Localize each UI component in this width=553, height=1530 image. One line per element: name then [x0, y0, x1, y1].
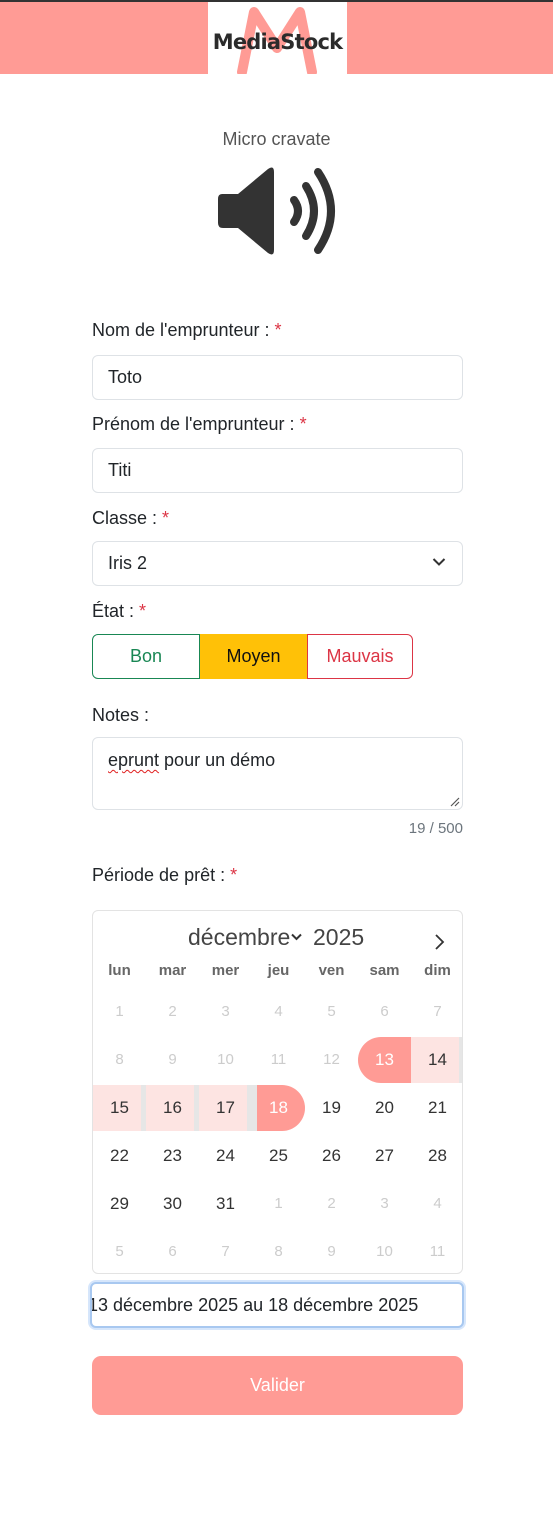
calendar-day[interactable]: 3 [358, 1181, 411, 1227]
calendar-day[interactable]: 11 [411, 1229, 462, 1273]
submit-button[interactable]: Valider [92, 1356, 463, 1415]
calendar-day[interactable]: 8 [93, 1037, 146, 1083]
calendar-day[interactable]: 4 [252, 989, 305, 1035]
notes-text: pour un démo [159, 750, 276, 770]
weekday-header: sam [369, 962, 400, 979]
chevron-down-icon[interactable] [291, 933, 302, 941]
calendar-day[interactable]: 22 [93, 1133, 146, 1179]
calendar-day[interactable]: 1 [252, 1181, 305, 1227]
etat-mauvais-button[interactable]: Mauvais [307, 634, 413, 679]
classe-select-value: Iris 2 [108, 553, 148, 573]
calendar-day[interactable]: 8 [252, 1229, 305, 1273]
calendar-day[interactable]: 17 [199, 1085, 252, 1131]
brand-name: MediaStock [212, 30, 343, 54]
misspelled-word: eprunt [108, 750, 160, 770]
calendar-day[interactable]: 9 [305, 1229, 358, 1273]
calendar-day[interactable]: 2 [146, 989, 199, 1035]
required-marker: * [299, 414, 307, 434]
calendar-day[interactable]: 19 [305, 1085, 358, 1131]
etat-label-text: État : [92, 601, 135, 621]
calendar-day[interactable]: 23 [146, 1133, 199, 1179]
year-select[interactable]: 2025 [313, 924, 364, 951]
calendar-day[interactable]: 28 [411, 1133, 462, 1179]
calendar-day[interactable]: 26 [305, 1133, 358, 1179]
weekday-header: mar [158, 962, 187, 979]
calendar-day[interactable]: 29 [93, 1181, 146, 1227]
date-range-value: 13 décembre 2025 au 18 décembre 2025 [90, 1295, 419, 1315]
etat-bon-button[interactable]: Bon [92, 634, 200, 679]
weekday-header: dim [424, 962, 451, 979]
periode-label: Période de prêt : * [92, 865, 237, 886]
calendar-day[interactable]: 24 [199, 1133, 252, 1179]
nom-label: Nom de l'emprunteur : * [92, 320, 282, 341]
calendar-day[interactable]: 15 [93, 1085, 146, 1131]
periode-label-text: Période de prêt : [92, 865, 226, 885]
calendar-day[interactable]: 13 [358, 1037, 411, 1083]
resize-handle-icon[interactable] [448, 795, 460, 807]
item-title: Micro cravate [222, 129, 331, 149]
calendar-day[interactable]: 31 [199, 1181, 252, 1227]
calendar-day[interactable]: 7 [199, 1229, 252, 1273]
classe-select[interactable]: Iris 2 [92, 541, 463, 586]
weekday-header: ven [318, 962, 345, 979]
nom-label-text: Nom de l'emprunteur : [92, 320, 270, 340]
calendar-day[interactable]: 30 [146, 1181, 199, 1227]
weekday-header: lun [108, 962, 131, 979]
prenom-label: Prénom de l'emprunteur : * [92, 414, 307, 435]
etat-label: État : * [92, 601, 146, 622]
month-select[interactable]: décembre [188, 924, 290, 951]
chevron-right-icon[interactable] [433, 933, 447, 951]
date-range-input[interactable]: 13 décembre 2025 au 18 décembre 2025 [90, 1282, 464, 1328]
prenom-input[interactable]: Titi [92, 448, 463, 493]
prenom-label-text: Prénom de l'emprunteur : [92, 414, 295, 434]
chevron-down-icon [432, 558, 446, 566]
calendar-day[interactable]: 14 [411, 1037, 462, 1083]
classe-label-text: Classe : [92, 508, 158, 528]
calendar-day[interactable]: 9 [146, 1037, 199, 1083]
calendar-day[interactable]: 3 [199, 989, 252, 1035]
calendar-day[interactable]: 5 [305, 989, 358, 1035]
calendar-day[interactable]: 20 [358, 1085, 411, 1131]
calendar-day[interactable]: 5 [93, 1229, 146, 1273]
calendar-day[interactable]: 6 [358, 989, 411, 1035]
date-range-calendar: décembre 2025 lun mar mer jeu ven sam dim 1 2 3 4 5… [92, 910, 463, 1274]
required-marker: * [162, 508, 170, 528]
calendar-day[interactable]: 7 [411, 989, 462, 1035]
weekday-header: jeu [267, 962, 290, 979]
notes-label: Notes : [92, 705, 150, 725]
weekday-header: mer [211, 962, 240, 979]
calendar-day[interactable]: 4 [411, 1181, 462, 1227]
etat-button-group: Bon Moyen Mauvais [92, 634, 413, 679]
calendar-day[interactable]: 6 [146, 1229, 199, 1273]
nom-input[interactable]: Toto [92, 355, 463, 400]
calendar-day[interactable]: 11 [252, 1037, 305, 1083]
calendar-day[interactable]: 10 [358, 1229, 411, 1273]
calendar-day[interactable]: 2 [305, 1181, 358, 1227]
speaker-icon [218, 167, 335, 255]
calendar-day[interactable]: 27 [358, 1133, 411, 1179]
calendar-day[interactable]: 18 [252, 1085, 305, 1131]
calendar-day[interactable]: 16 [146, 1085, 199, 1131]
calendar-day[interactable]: 1 [93, 989, 146, 1035]
logo[interactable]: MediaStock [208, 2, 347, 74]
required-marker: * [230, 865, 238, 885]
calendar-day[interactable]: 12 [305, 1037, 358, 1083]
etat-moyen-button[interactable]: Moyen [200, 634, 307, 679]
classe-label: Classe : * [92, 508, 169, 529]
notes-textarea[interactable]: eprunt pour un démo [92, 737, 463, 810]
calendar-day[interactable]: 21 [411, 1085, 462, 1131]
required-marker: * [139, 601, 147, 621]
calendar-day[interactable]: 10 [199, 1037, 252, 1083]
calendar-day[interactable]: 25 [252, 1133, 305, 1179]
required-marker: * [274, 320, 282, 340]
notes-char-counter: 19 / 500 [408, 820, 463, 837]
